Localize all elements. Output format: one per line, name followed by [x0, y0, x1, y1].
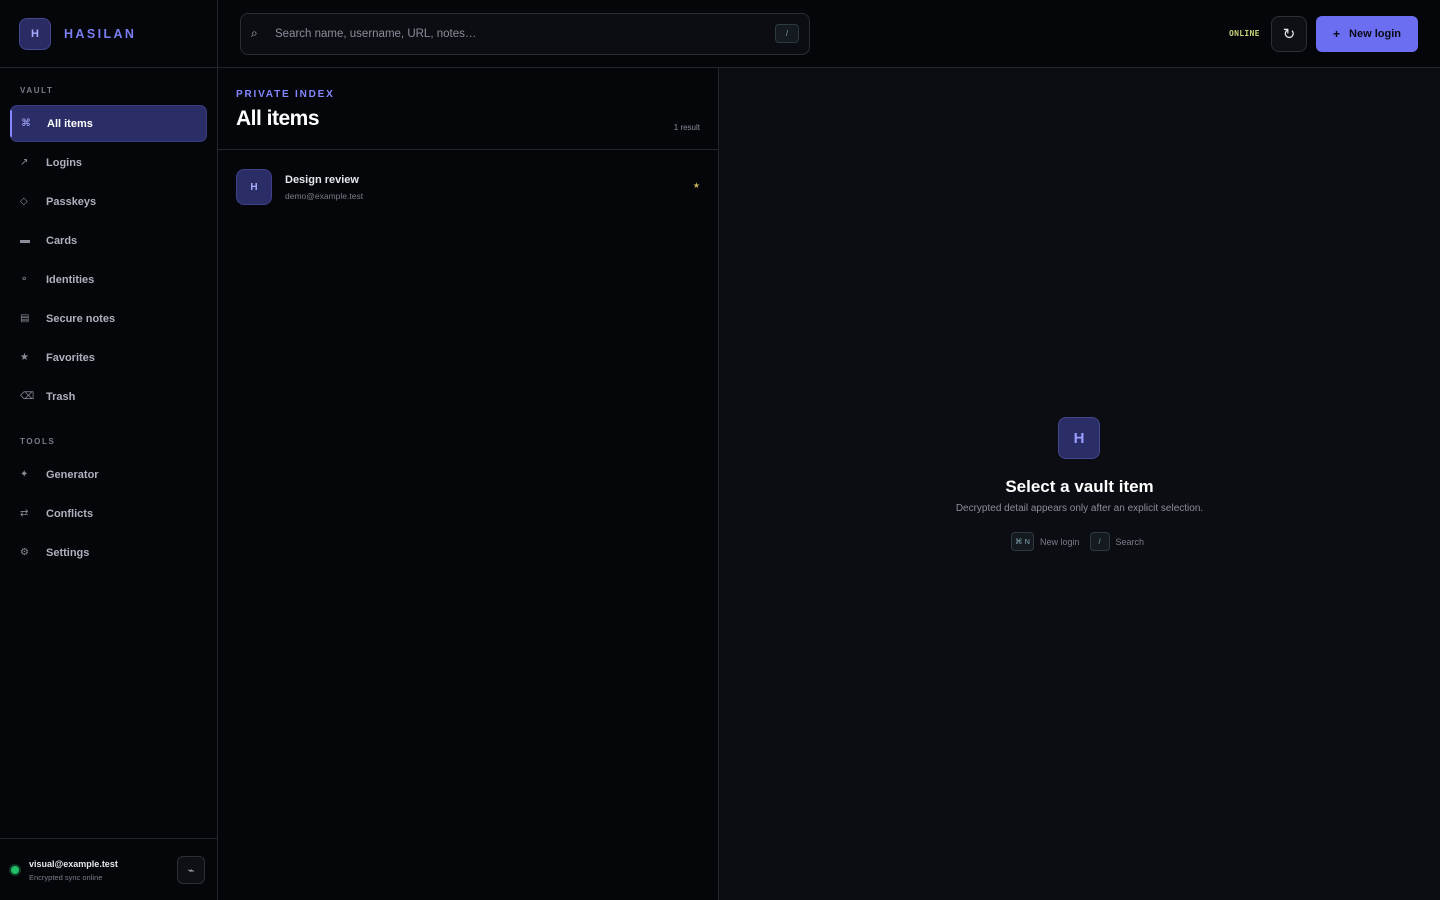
sync-status-text: Encrypted sync online	[29, 873, 103, 882]
sidebar-item-label: Secure notes	[46, 312, 116, 325]
sidebar-item-settings[interactable]: ⚙ Settings	[10, 534, 207, 571]
list-item[interactable]: H Design review demo@example.test ★	[218, 150, 718, 224]
item-list-panel: PRIVATE INDEX All items 1 result H Desig…	[218, 68, 719, 900]
keyboard-hints: ⌘ N New login / Search	[719, 532, 1440, 551]
search-box: ⌕ /	[240, 13, 810, 55]
command-icon: ⌘	[21, 118, 31, 129]
brand-name: HASILAN	[64, 26, 137, 41]
sidebar-item-label: Cards	[46, 234, 78, 247]
lock-icon: ⌁	[187, 864, 195, 877]
item-avatar: H	[236, 169, 272, 205]
connection-status: ONLINE	[1229, 29, 1260, 38]
sidebar-item-label: Favorites	[46, 351, 95, 364]
page-title: All items	[236, 107, 320, 130]
sidebar-item-favorites[interactable]: ★ Favorites	[10, 339, 207, 376]
sidebar-item-logins[interactable]: ↗ Logins	[10, 144, 207, 181]
result-count: 1 result	[673, 123, 700, 132]
sidebar-item-passkeys[interactable]: ◇ Passkeys	[10, 183, 207, 220]
refresh-icon: ↻	[1282, 26, 1296, 43]
sidebar-item-label: Identities	[46, 273, 95, 286]
topbar: ⌕ / ONLINE ↻ + New login	[218, 0, 1440, 68]
search-shortcut-key: /	[775, 24, 799, 43]
sidebar-item-all-items[interactable]: ⌘ All items	[10, 105, 207, 142]
sidebar: H HASILAN VAULT ⌘ All items ↗ Logins ◇ P…	[0, 0, 218, 900]
lock-button[interactable]: ⌁	[177, 856, 205, 884]
tools-nav: ✦ Generator ⇄ Conflicts ⚙ Settings	[10, 456, 207, 573]
plus-icon: +	[1333, 27, 1341, 41]
account-email: visual@example.test	[29, 859, 118, 869]
arrow-up-right-icon: ↗	[20, 157, 29, 168]
star-icon: ★	[20, 352, 29, 363]
new-login-button[interactable]: + New login	[1316, 16, 1418, 52]
new-login-shortcut-label: New login	[1039, 536, 1080, 547]
search-icon: ⌕	[251, 26, 258, 40]
new-login-label: New login	[1349, 28, 1401, 40]
sidebar-item-label: Conflicts	[46, 507, 94, 520]
sidebar-item-label: Passkeys	[46, 195, 97, 208]
vault-section-label: VAULT	[20, 86, 54, 95]
sidebar-item-conflicts[interactable]: ⇄ Conflicts	[10, 495, 207, 532]
person-icon: ⚬	[20, 274, 29, 285]
detail-panel: H Select a vault item Decrypted detail a…	[719, 68, 1440, 900]
sparkle-icon: ✦	[20, 469, 29, 480]
note-icon: ▤	[20, 313, 30, 324]
item-username: demo@example.test	[285, 191, 364, 201]
diamond-icon: ◇	[20, 196, 28, 207]
search-shortcut-label: Search	[1115, 536, 1145, 547]
sidebar-item-trash[interactable]: ⌫ Trash	[10, 378, 207, 415]
refresh-button[interactable]: ↻	[1271, 16, 1307, 52]
search-shortcut-key: /	[1089, 532, 1110, 551]
tools-section-label: TOOLS	[20, 437, 56, 446]
item-title: Design review	[285, 174, 359, 186]
sidebar-item-cards[interactable]: ▬ Cards	[10, 222, 207, 259]
trash-icon: ⌫	[20, 391, 35, 402]
brand-logo: H	[19, 17, 51, 50]
sidebar-item-label: Logins	[46, 156, 83, 169]
gear-icon: ⚙	[20, 547, 29, 558]
vault-nav: ⌘ All items ↗ Logins ◇ Passkeys ▬ Cards …	[10, 105, 207, 417]
new-login-shortcut-key: ⌘ N	[1010, 532, 1034, 551]
sidebar-item-label: Generator	[46, 468, 99, 481]
sidebar-item-label: Trash	[46, 390, 76, 403]
card-icon: ▬	[20, 235, 30, 246]
empty-state-logo: H	[1058, 417, 1100, 459]
search-input[interactable]	[275, 14, 765, 54]
empty-state-subtitle: Decrypted detail appears only after an e…	[955, 503, 1204, 514]
sidebar-item-identities[interactable]: ⚬ Identities	[10, 261, 207, 298]
list-kicker: PRIVATE INDEX	[236, 89, 335, 100]
sidebar-item-label: All items	[47, 117, 93, 130]
favorite-star-icon[interactable]: ★	[693, 181, 700, 190]
sidebar-item-secure-notes[interactable]: ▤ Secure notes	[10, 300, 207, 337]
list-header: PRIVATE INDEX All items 1 result	[218, 68, 718, 150]
sidebar-item-generator[interactable]: ✦ Generator	[10, 456, 207, 493]
sync-status-dot	[11, 866, 19, 874]
swap-icon: ⇄	[20, 508, 29, 519]
sidebar-item-label: Settings	[46, 546, 90, 559]
account-panel: visual@example.test Encrypted sync onlin…	[0, 838, 217, 900]
brand: H HASILAN	[0, 0, 217, 68]
empty-state-title: Select a vault item	[1005, 477, 1154, 496]
